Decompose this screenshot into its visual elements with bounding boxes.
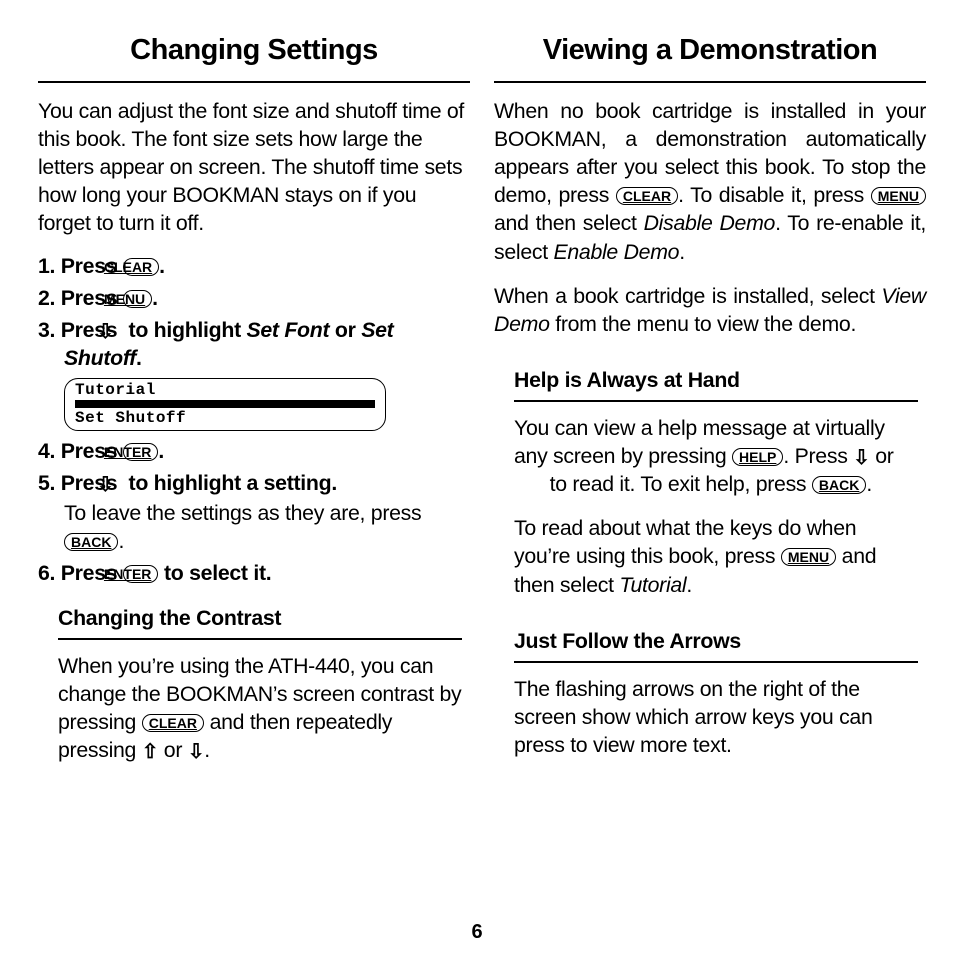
clear-key: CLEAR xyxy=(616,187,678,205)
arrows-callout: Just Follow the Arrows The flashing arro… xyxy=(494,615,926,759)
contrast-body: When you’re using the ATH-440, you can c… xyxy=(58,652,462,764)
step-4: Press ENTER. xyxy=(38,437,470,465)
right-heading: Viewing a Demonstration xyxy=(494,34,926,83)
contrast-callout: Changing the Contrast When you’re using … xyxy=(38,592,470,765)
clear-key: CLEAR xyxy=(142,714,204,732)
help-callout: Help is Always at Hand You can view a he… xyxy=(494,354,926,599)
help-key: HELP xyxy=(732,448,783,466)
menu-key: MENU xyxy=(781,548,836,566)
help-p1: You can view a help message at virtually… xyxy=(514,414,918,498)
arrows-title: Just Follow the Arrows xyxy=(514,627,918,663)
screen-line-3: Set Shutoff xyxy=(75,410,375,426)
back-key: BACK xyxy=(812,476,866,494)
step-3: Press ⇩ to highlight Set Font or Set Shu… xyxy=(38,316,470,372)
steps-list-cont: Press ENTER. Press ⇩ to highlight a sett… xyxy=(38,437,470,588)
help-p2: To read about what the keys do when you’… xyxy=(514,514,918,598)
step-6: Press ENTER to select it. xyxy=(38,559,470,587)
menu-key: MENU xyxy=(871,187,926,205)
device-screen: Tutorial Set Shutoff xyxy=(64,378,386,431)
page-number: 6 xyxy=(0,921,954,944)
enter-key: ENTER xyxy=(123,443,158,461)
step-2: Press MENU. xyxy=(38,284,470,312)
left-heading: Changing Settings xyxy=(38,34,470,83)
clear-key: CLEAR xyxy=(123,258,159,276)
arrows-body: The flashing arrows on the right of the … xyxy=(514,675,918,759)
left-column: Changing Settings You can adjust the fon… xyxy=(38,34,470,944)
right-p1: When no book cartridge is installed in y… xyxy=(494,97,926,266)
step-5-sub: To leave the settings as they are, press… xyxy=(64,499,470,555)
step-5: Press ⇩ to highlight a setting. To leave… xyxy=(38,469,470,555)
steps-list: Press CLEAR. Press MENU. Press ⇩ to high… xyxy=(38,252,470,372)
enter-key: ENTER xyxy=(123,565,158,583)
screen-line-1: Tutorial xyxy=(75,382,375,398)
right-p2: When a book cartridge is installed, sele… xyxy=(494,282,926,338)
left-intro: You can adjust the font size and shutoff… xyxy=(38,97,470,238)
right-column: Viewing a Demonstration When no book car… xyxy=(494,34,926,944)
back-key: BACK xyxy=(64,533,118,551)
contrast-title: Changing the Contrast xyxy=(58,604,462,640)
menu-key: MENU xyxy=(123,290,152,308)
step-1: Press CLEAR. xyxy=(38,252,470,280)
help-title: Help is Always at Hand xyxy=(514,366,918,402)
screen-highlight-bar xyxy=(75,400,375,408)
